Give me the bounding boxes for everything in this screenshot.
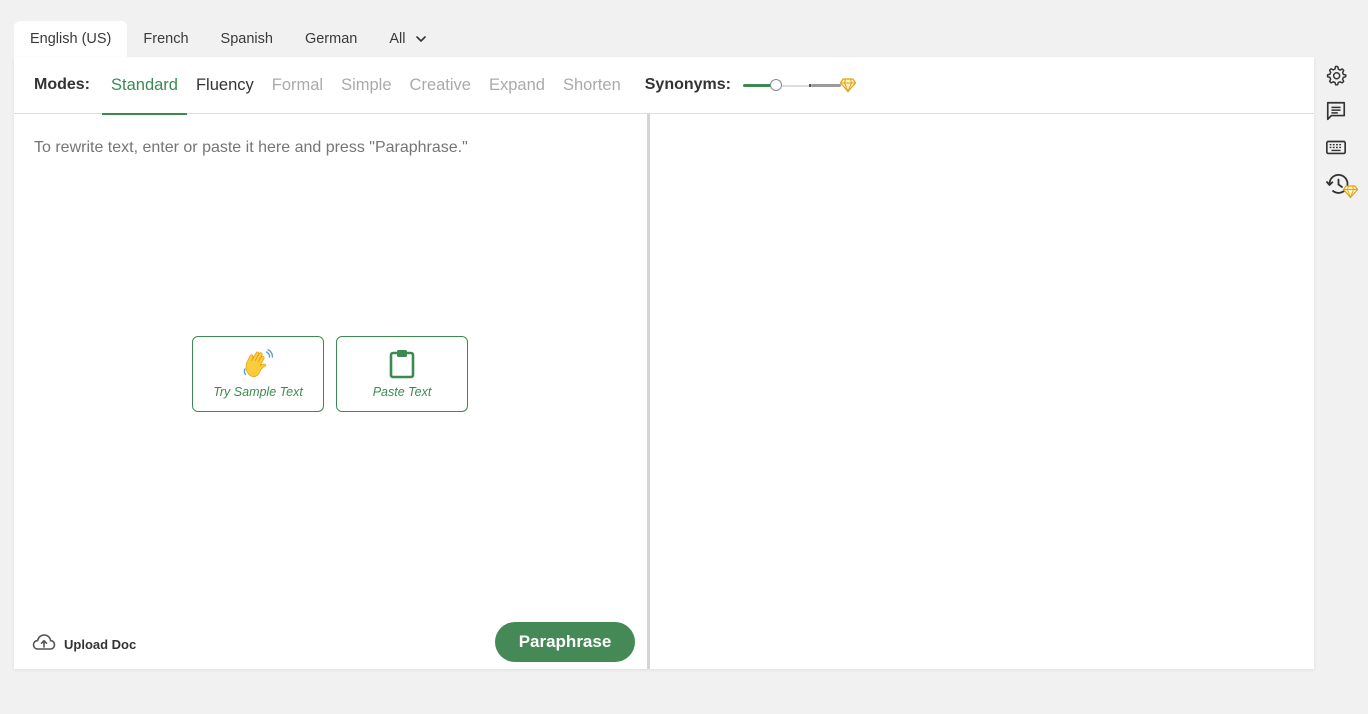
tab-spanish[interactable]: Spanish: [205, 21, 289, 57]
feedback-icon[interactable]: [1325, 100, 1349, 124]
try-sample-text-button[interactable]: Try Sample Text: [192, 336, 324, 412]
language-tabs: English (US) French Spanish German All: [14, 21, 443, 57]
try-sample-text-label: Try Sample Text: [213, 385, 303, 399]
paraphrase-input[interactable]: [34, 139, 624, 157]
premium-gem-icon: [839, 77, 857, 93]
modes-bar: Modes: Standard Fluency Formal Simple Cr…: [14, 57, 1314, 115]
output-area: [650, 114, 1314, 669]
mode-formal[interactable]: Formal: [263, 57, 332, 114]
mode-creative[interactable]: Creative: [401, 57, 480, 114]
mode-fluency[interactable]: Fluency: [187, 57, 263, 114]
upload-doc-label: Upload Doc: [64, 637, 137, 652]
chevron-down-icon: [415, 33, 427, 45]
paraphraser-panel: Modes: Standard Fluency Formal Simple Cr…: [14, 57, 1314, 669]
keyboard-icon[interactable]: [1325, 136, 1349, 160]
mode-standard[interactable]: Standard: [102, 57, 187, 115]
history-icon[interactable]: [1325, 172, 1359, 199]
slider-thumb[interactable]: [770, 79, 782, 91]
tab-english-us[interactable]: English (US): [14, 21, 128, 57]
tab-german[interactable]: German: [289, 21, 373, 57]
tab-all-label: All: [389, 31, 406, 47]
mode-shorten[interactable]: Shorten: [554, 57, 630, 114]
paraphrase-button[interactable]: Paraphrase: [495, 622, 635, 662]
upload-doc-button[interactable]: Upload Doc: [32, 632, 136, 657]
synonyms-label: Synonyms:: [644, 76, 731, 93]
paste-text-label: Paste Text: [372, 385, 432, 399]
slider-track-premium: [811, 84, 841, 87]
clipboard-icon: [389, 349, 415, 379]
synonyms-slider[interactable]: [743, 78, 857, 93]
modes-label: Modes:: [34, 76, 90, 93]
paste-text-button[interactable]: Paste Text: [336, 336, 468, 412]
mode-expand[interactable]: Expand: [480, 57, 554, 114]
cloud-upload-icon: [32, 632, 56, 657]
mode-simple[interactable]: Simple: [332, 57, 400, 114]
tab-all-dropdown[interactable]: All: [373, 21, 443, 57]
waving-hand-icon: [242, 349, 274, 379]
tab-french[interactable]: French: [127, 21, 204, 57]
settings-icon[interactable]: [1325, 64, 1349, 88]
